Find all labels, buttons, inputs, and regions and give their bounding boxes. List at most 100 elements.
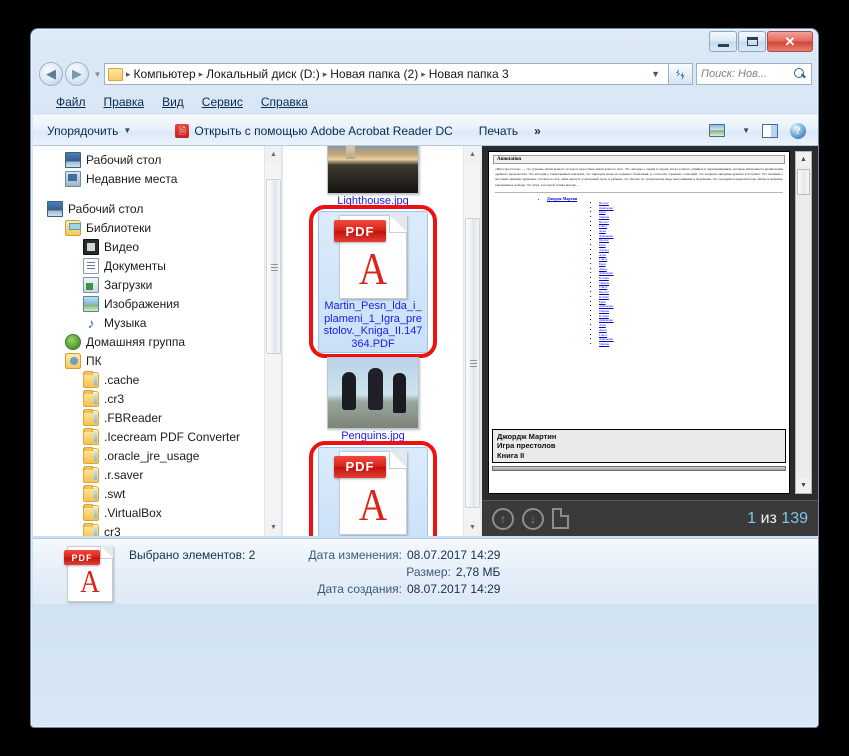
scroll-up-icon[interactable]: ▲ [464, 146, 481, 163]
change-view-button[interactable] [703, 122, 731, 139]
sidebar-item-r-saver[interactable]: .r.saver [33, 465, 264, 484]
menu-item-help[interactable]: Справка [252, 94, 317, 110]
page-view-icon[interactable] [552, 508, 569, 529]
toc-entry[interactable]: Тирион [599, 342, 785, 347]
overflow-label: » [534, 123, 541, 138]
back-icon: ◀ [46, 66, 56, 81]
acrobat-icon [175, 123, 190, 138]
scroll-up-icon[interactable]: ▲ [265, 146, 281, 163]
previous-page-button[interactable]: ↑ [492, 507, 514, 530]
print-button[interactable]: Печать [471, 121, 526, 141]
breadcrumb-item-new-folder-3[interactable]: Новая папка 3 [427, 67, 511, 81]
breadcrumb-item-computer[interactable]: Компьютер [132, 67, 198, 81]
breadcrumb-item-new-folder-2[interactable]: Новая папка (2) [328, 67, 420, 81]
view-mode-icon [709, 124, 726, 137]
sidebar-item-[interactable]: ПК [33, 351, 264, 370]
sidebar-item-label: Документы [104, 258, 166, 273]
close-button[interactable]: ✕ [767, 31, 813, 52]
menu-item-edit[interactable]: Правка [95, 94, 154, 110]
file-name-label: Penguins.jpg [341, 430, 405, 442]
minimize-button[interactable] [709, 31, 737, 52]
scroll-up-icon[interactable]: ▲ [796, 152, 811, 167]
scrollbar-thumb[interactable] [797, 169, 810, 195]
file-name-label: Martin_Pesn_lda_i_plameni_1_Igra_prestol… [323, 300, 423, 350]
open-with-acrobat-button[interactable]: Открыть с помощью Adobe Acrobat Reader D… [167, 121, 460, 141]
image-thumbnail [327, 357, 419, 429]
navigation-pane-scrollbar[interactable]: ▲ ▼ [264, 146, 281, 536]
view-dropdown-button[interactable]: ▼ [731, 124, 756, 137]
pdf-horizontal-scrollbar[interactable] [492, 466, 786, 471]
breadcrumb-item-local-disk[interactable]: Локальный диск (D:) [204, 67, 322, 81]
search-box[interactable]: Поиск: Нов... [696, 63, 812, 85]
scrollbar-thumb[interactable] [266, 179, 281, 354]
folder-icon [83, 389, 99, 407]
sidebar-item-[interactable]: Изображения [33, 294, 264, 313]
menu-item-tools[interactable]: Сервис [193, 94, 252, 110]
file-item[interactable]: Penguins.jpg [318, 357, 428, 443]
sidebar-item-swt[interactable]: .swt [33, 484, 264, 503]
folder-icon [83, 427, 99, 445]
back-button[interactable]: ◀ [39, 62, 63, 86]
sidebar-item-icecream-pdf-converter[interactable]: .Icecream PDF Converter [33, 427, 264, 446]
scroll-down-icon[interactable]: ▼ [796, 478, 811, 493]
sidebar-item-cr3[interactable]: cr3 [33, 522, 264, 536]
refresh-button[interactable] [669, 63, 693, 85]
sidebar-item-cr3[interactable]: .cr3 [33, 389, 264, 408]
file-list[interactable]: Koala3.jpgLighthouse.jpgPDFAMartin_Pesn_… [283, 146, 463, 536]
sidebar-item-virtualbox[interactable]: .VirtualBox [33, 503, 264, 522]
file-item-body: Penguins.jpg [318, 357, 428, 443]
sidebar-item-label: Загрузки [104, 277, 153, 292]
file-list-scrollbar[interactable]: ▲ ▼ [463, 146, 481, 536]
file-item-body: PDFATwo_broth.PDF [318, 446, 428, 536]
scroll-down-icon[interactable]: ▼ [265, 519, 281, 536]
address-row: ◀ ▶ ▼ ▸ Компьютер ▸ Локальный диск (D:) … [39, 61, 812, 87]
refresh-icon [676, 68, 685, 80]
help-button[interactable]: ? [784, 121, 812, 141]
pdf-badge: PDF [334, 455, 386, 478]
sidebar-item-oracle-jre-usage[interactable]: .oracle_jre_usage [33, 446, 264, 465]
desktop-icon [65, 151, 81, 168]
sidebar-item-[interactable]: Рабочий стол [33, 150, 264, 169]
table-of-contents: Джордж Мартин ПрологДейенерисБранТирионП… [507, 196, 785, 347]
sidebar-item-[interactable]: Видео [33, 237, 264, 256]
address-bar[interactable]: ▸ Компьютер ▸ Локальный диск (D:) ▸ Нова… [104, 63, 669, 85]
preview-pane-toggle[interactable] [756, 122, 784, 140]
file-item[interactable]: PDFATwo_broth.PDF [309, 440, 437, 536]
preview-scrollbar[interactable]: ▲ ▼ [795, 151, 812, 494]
sidebar-item-cache[interactable]: .cache [33, 370, 264, 389]
details-row: Выбрано элементов: 2 Дата изменения: 08.… [129, 547, 500, 564]
sidebar-item-[interactable]: ♪ Музыка [33, 313, 264, 332]
address-dropdown-icon[interactable]: ▼ [643, 69, 666, 79]
sidebar-item-[interactable]: Рабочий стол [33, 199, 264, 218]
sidebar-item-label: .VirtualBox [104, 505, 162, 520]
forward-button[interactable]: ▶ [65, 62, 89, 86]
menu-item-view[interactable]: Вид [153, 94, 193, 110]
sidebar-item-[interactable]: Документы [33, 256, 264, 275]
preview-toolbar: ↑ ↓ 1 из 139 [482, 500, 818, 536]
file-item[interactable]: Lighthouse.jpg [318, 146, 428, 207]
menu-item-file-label: Файл [56, 95, 86, 109]
history-dropdown-button[interactable]: ▼ [91, 70, 104, 79]
menu-item-file[interactable]: Файл [47, 94, 95, 110]
toolbar-overflow-button[interactable]: » [526, 121, 549, 141]
folder-tree[interactable]: Рабочий стол Недавние места Рабочий стол Би… [33, 146, 264, 536]
scrollbar-thumb[interactable] [465, 218, 480, 508]
page-fold [389, 215, 407, 233]
sidebar-item-[interactable]: Домашняя группа [33, 332, 264, 351]
next-page-button[interactable]: ↓ [522, 507, 544, 530]
open-with-label: Открыть с помощью Adobe Acrobat Reader D… [194, 123, 453, 138]
pdf-file-icon: PDF A [64, 546, 113, 602]
search-input[interactable]: Поиск: Нов... [701, 68, 794, 80]
sidebar-item-fbreader[interactable]: .FBReader [33, 408, 264, 427]
sidebar-item-[interactable]: Библиотеки [33, 218, 264, 237]
maximize-button[interactable] [738, 31, 766, 52]
sidebar-item-[interactable]: Загрузки [33, 275, 264, 294]
window-resize-strip[interactable] [33, 719, 818, 725]
downloads-icon [83, 276, 99, 293]
sidebar-item-[interactable]: Недавние места [33, 169, 264, 188]
organize-button[interactable]: Упорядочить ▼ [39, 121, 139, 141]
folder-icon [83, 503, 99, 521]
scroll-down-icon[interactable]: ▼ [464, 519, 481, 536]
sidebar-item-label: .oracle_jre_usage [104, 448, 200, 463]
file-item[interactable]: PDF A Martin_Pesn_lda_i_plameni_1_Igra_pre… [309, 205, 437, 358]
